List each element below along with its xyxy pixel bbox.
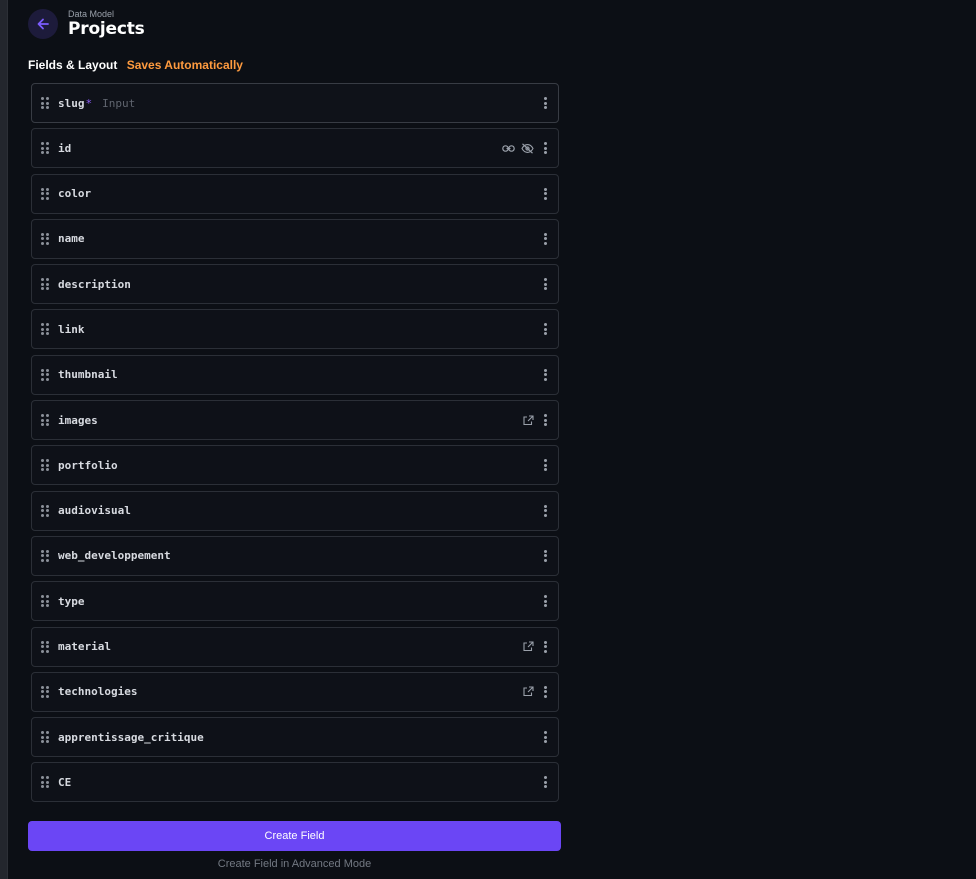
field-actions xyxy=(540,718,550,756)
more-options-icon[interactable] xyxy=(540,458,550,472)
field-row-material[interactable]: material xyxy=(31,626,559,667)
field-actions xyxy=(540,84,550,122)
link-icon[interactable] xyxy=(502,144,515,153)
field-name: id xyxy=(58,141,72,155)
field-row-link[interactable]: link xyxy=(31,309,559,350)
more-options-icon[interactable] xyxy=(540,685,550,699)
more-options-icon[interactable] xyxy=(540,187,550,201)
more-options-icon[interactable] xyxy=(540,322,550,336)
field-row-type[interactable]: type xyxy=(31,581,559,622)
create-field-button[interactable]: Create Field xyxy=(28,821,561,851)
drag-handle-icon[interactable] xyxy=(41,278,49,291)
field-actions xyxy=(540,265,550,303)
open-external-icon[interactable] xyxy=(523,641,534,652)
field-actions xyxy=(540,537,550,575)
page-title: Projects xyxy=(68,19,145,39)
drag-handle-icon[interactable] xyxy=(41,504,49,517)
more-options-icon[interactable] xyxy=(540,730,550,744)
field-name: color xyxy=(58,187,92,201)
drag-handle-icon[interactable] xyxy=(41,459,49,472)
more-options-icon[interactable] xyxy=(540,232,550,246)
drag-handle-icon[interactable] xyxy=(41,685,49,698)
field-row-images[interactable]: images xyxy=(31,400,559,441)
arrow-left-icon xyxy=(36,17,50,31)
field-name: audiovisual xyxy=(58,504,131,518)
more-options-icon[interactable] xyxy=(540,640,550,654)
field-interface-hint: Input xyxy=(102,96,136,110)
section-header: Fields & Layout Saves Automatically xyxy=(28,58,243,72)
field-actions xyxy=(523,628,550,666)
autosave-status: Saves Automatically xyxy=(126,58,243,72)
field-name: web_developpement xyxy=(58,549,171,563)
field-actions xyxy=(540,356,550,394)
more-options-icon[interactable] xyxy=(540,368,550,382)
more-options-icon[interactable] xyxy=(540,549,550,563)
eye-off-icon[interactable] xyxy=(521,143,534,154)
field-name: CE xyxy=(58,775,72,789)
section-title: Fields & Layout xyxy=(28,58,118,72)
drag-handle-icon[interactable] xyxy=(41,368,49,381)
field-row-description[interactable]: description xyxy=(31,264,559,305)
field-row-portfolio[interactable]: portfolio xyxy=(31,445,559,486)
field-actions xyxy=(540,446,550,484)
create-field-advanced-link[interactable]: Create Field in Advanced Mode xyxy=(28,858,561,870)
field-row-slug[interactable]: slug * Input xyxy=(31,83,559,123)
drag-handle-icon[interactable] xyxy=(41,640,49,653)
field-row-color[interactable]: color xyxy=(31,173,559,214)
more-options-icon[interactable] xyxy=(540,277,550,291)
field-row-thumbnail[interactable]: thumbnail xyxy=(31,354,559,395)
field-actions xyxy=(540,220,550,258)
drag-handle-icon[interactable] xyxy=(41,97,49,109)
field-name: apprentissage_critique xyxy=(58,730,204,744)
open-external-icon[interactable] xyxy=(523,686,534,697)
drag-handle-icon[interactable] xyxy=(41,323,49,336)
more-options-icon[interactable] xyxy=(540,594,550,608)
breadcrumb: Data Model xyxy=(68,9,115,19)
field-name: portfolio xyxy=(58,458,118,472)
fields-list: slug * Input id color name description link thum… xyxy=(31,83,559,808)
drag-handle-icon[interactable] xyxy=(41,232,49,245)
field-name: material xyxy=(58,640,111,654)
field-actions xyxy=(540,582,550,620)
more-options-icon[interactable] xyxy=(540,775,550,789)
field-name: technologies xyxy=(58,685,138,699)
field-actions xyxy=(502,129,550,167)
more-options-icon[interactable] xyxy=(540,141,550,155)
field-name: thumbnail xyxy=(58,368,118,382)
back-button[interactable] xyxy=(28,9,58,39)
open-external-icon[interactable] xyxy=(523,415,534,426)
field-row-technologies[interactable]: technologies xyxy=(31,671,559,712)
field-name: name xyxy=(58,232,85,246)
more-options-icon[interactable] xyxy=(540,96,550,110)
drag-handle-icon[interactable] xyxy=(41,187,49,200)
field-actions xyxy=(523,673,550,711)
field-actions xyxy=(540,175,550,213)
page-header: Data Model Projects xyxy=(28,6,145,42)
drag-handle-icon[interactable] xyxy=(41,142,49,155)
field-row-id[interactable]: id xyxy=(31,128,559,169)
drag-handle-icon[interactable] xyxy=(41,776,49,789)
field-row-name[interactable]: name xyxy=(31,218,559,259)
field-actions xyxy=(540,492,550,530)
drag-handle-icon[interactable] xyxy=(41,595,49,608)
more-options-icon[interactable] xyxy=(540,413,550,427)
field-row-web-developpement[interactable]: web_developpement xyxy=(31,535,559,576)
field-actions xyxy=(540,310,550,348)
drag-handle-icon[interactable] xyxy=(41,414,49,427)
field-row-apprentissage-critique[interactable]: apprentissage_critique xyxy=(31,717,559,758)
field-actions xyxy=(523,401,550,439)
field-name: link xyxy=(58,322,85,336)
field-name: type xyxy=(58,594,85,608)
left-rail xyxy=(0,0,8,879)
field-name: description xyxy=(58,277,131,291)
drag-handle-icon[interactable] xyxy=(41,549,49,562)
field-actions xyxy=(540,763,550,801)
field-row-audiovisual[interactable]: audiovisual xyxy=(31,490,559,531)
required-marker: * xyxy=(85,96,93,110)
field-name: images xyxy=(58,413,98,427)
field-name: slug xyxy=(58,96,85,110)
more-options-icon[interactable] xyxy=(540,504,550,518)
field-row-ce[interactable]: CE xyxy=(31,762,559,803)
drag-handle-icon[interactable] xyxy=(41,731,49,744)
